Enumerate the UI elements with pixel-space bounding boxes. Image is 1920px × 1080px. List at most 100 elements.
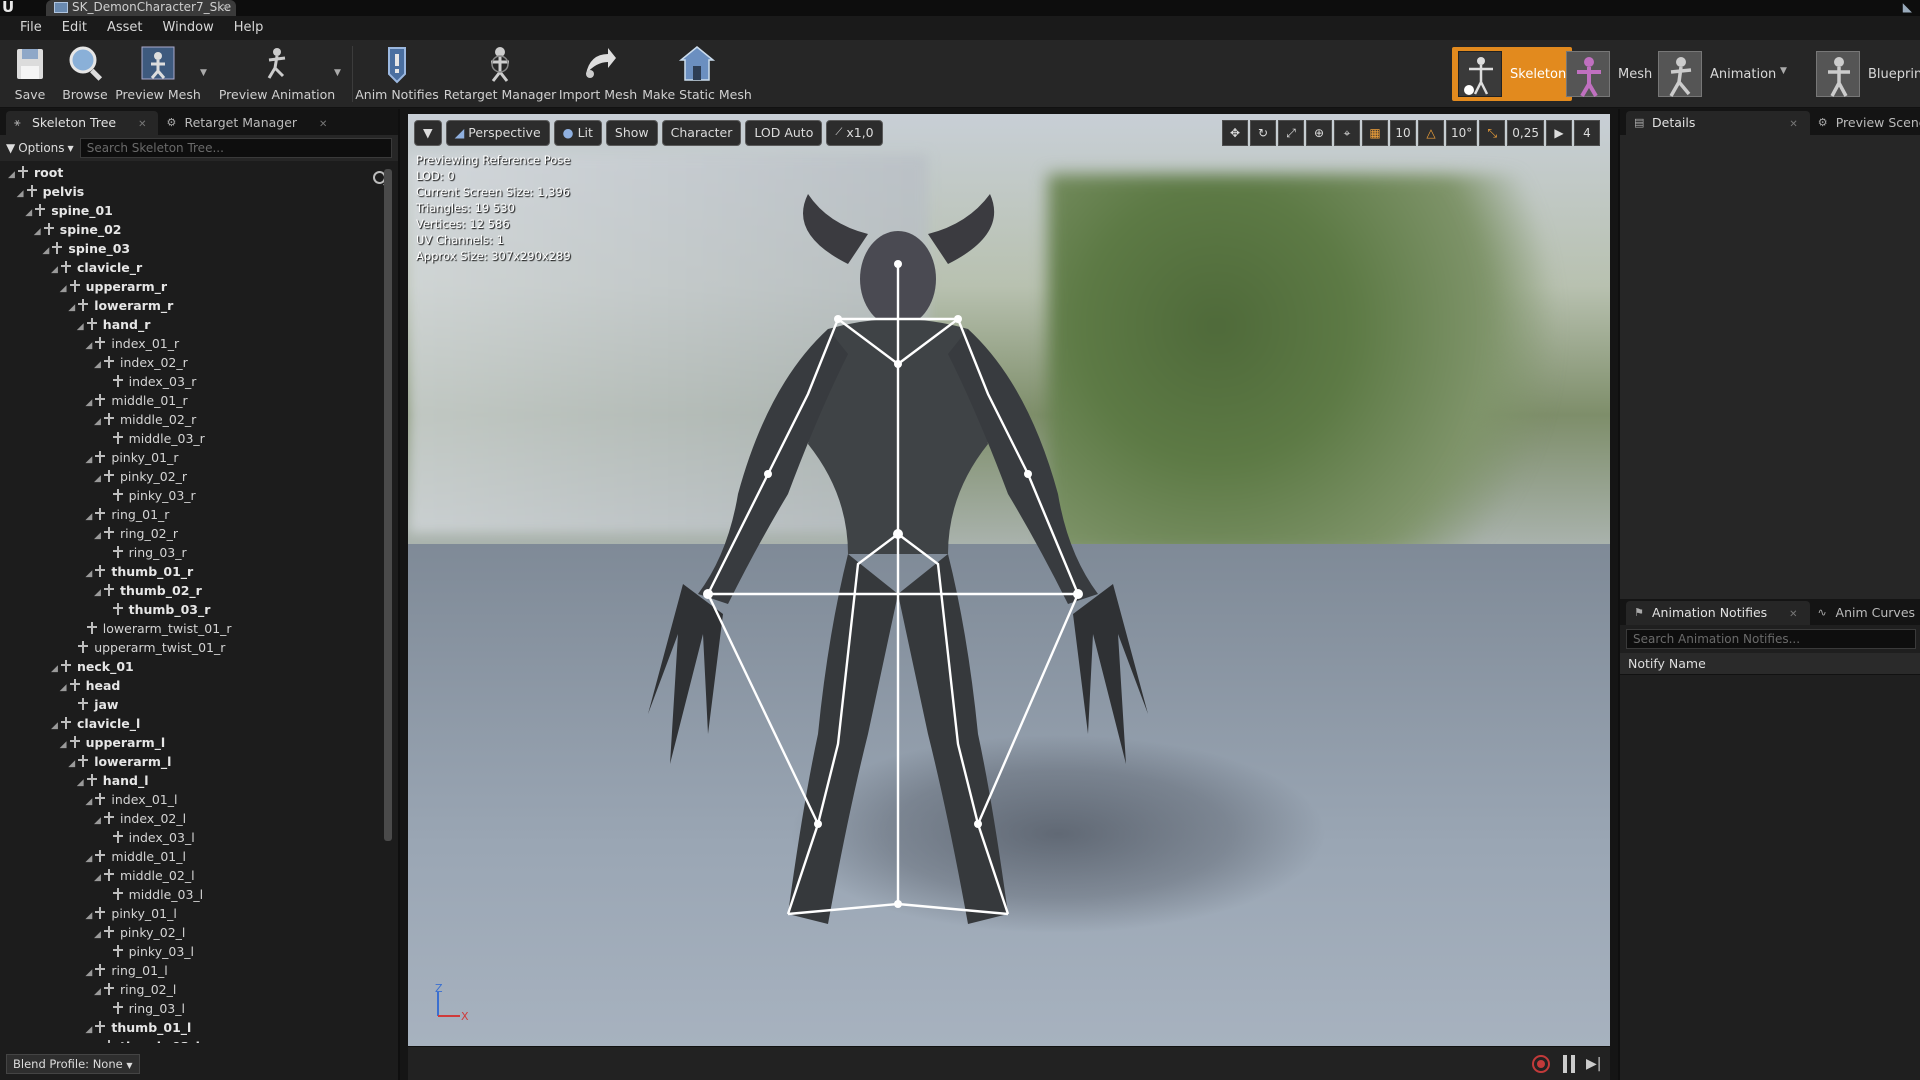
rotate-icon[interactable]: ↻ xyxy=(1250,120,1276,146)
tree-bone-pinky-01-l[interactable]: ◢ pinky_01_l xyxy=(0,904,380,923)
tree-bone-spine-02[interactable]: ◢ spine_02 xyxy=(0,220,380,239)
tree-bone-ring-01-l[interactable]: ◢ ring_01_l xyxy=(0,961,380,980)
tree-bone-index-03-r[interactable]: index_03_r xyxy=(0,372,380,391)
tree-bone-ring-03-r[interactable]: ring_03_r xyxy=(0,543,380,562)
tree-bone-lowerarm-l[interactable]: ◢ lowerarm_l xyxy=(0,752,380,771)
pause-icon[interactable] xyxy=(1562,1055,1576,1073)
tree-bone-index-02-r[interactable]: ◢ index_02_r xyxy=(0,353,380,372)
camera-speed-icon[interactable]: ▶ xyxy=(1546,120,1572,146)
tree-bone-middle-01-r[interactable]: ◢ middle_01_r xyxy=(0,391,380,410)
rotation-snap-value[interactable]: 10° xyxy=(1446,120,1478,146)
tree-bone-pinky-02-r[interactable]: ◢ pinky_02_r xyxy=(0,467,380,486)
anim-notifies-button[interactable]: Anim Notifies xyxy=(355,44,439,106)
tree-bone-index-01-r[interactable]: ◢ index_01_r xyxy=(0,334,380,353)
tree-bone-upperarm-r[interactable]: ◢ upperarm_r xyxy=(0,277,380,296)
step-forward-icon[interactable]: ▶| xyxy=(1586,1055,1602,1073)
blend-profile-dropdown[interactable]: Blend Profile: None ▼ xyxy=(6,1054,140,1074)
tree-bone-spine-03[interactable]: ◢ spine_03 xyxy=(0,239,380,258)
unreal-logo-icon[interactable]: U xyxy=(2,0,24,16)
tree-bone-clavicle-r[interactable]: ◢ clavicle_r xyxy=(0,258,380,277)
menu-file[interactable]: File xyxy=(10,16,52,40)
tree-bone-pinky-02-l[interactable]: ◢ pinky_02_l xyxy=(0,923,380,942)
tree-bone-middle-03-r[interactable]: middle_03_r xyxy=(0,429,380,448)
window-menu-icon[interactable]: ◣ xyxy=(1903,0,1912,14)
tree-bone-thumb-02-r[interactable]: ◢ thumb_02_r xyxy=(0,581,380,600)
camera-speed-value[interactable]: 4 xyxy=(1574,120,1600,146)
tree-bone-thumb-03-r[interactable]: thumb_03_r xyxy=(0,600,380,619)
scale-snap-value[interactable]: 0,25 xyxy=(1507,120,1544,146)
tree-bone-thumb-02-l[interactable]: thumb_02_l xyxy=(0,1037,380,1043)
tree-bone-jaw[interactable]: jaw xyxy=(0,695,380,714)
tree-bone-pelvis[interactable]: ◢ pelvis xyxy=(0,182,380,201)
tree-bone-pinky-03-l[interactable]: pinky_03_l xyxy=(0,942,380,961)
menu-edit[interactable]: Edit xyxy=(52,16,97,40)
grid-snap-value[interactable]: 10 xyxy=(1390,120,1416,146)
tree-bone-thumb-01-l[interactable]: ◢ thumb_01_l xyxy=(0,1018,380,1037)
animation-mode-dropdown-icon[interactable]: ▼ xyxy=(1780,66,1787,76)
close-tab-icon[interactable]: ✕ xyxy=(319,119,327,130)
save-button[interactable]: Save xyxy=(8,44,52,106)
tree-bone-thumb-01-r[interactable]: ◢ thumb_01_r xyxy=(0,562,380,581)
tree-scrollbar[interactable] xyxy=(384,169,392,841)
demon-character-mesh[interactable] xyxy=(408,114,1610,1046)
scale-snap-icon[interactable]: ⤡ xyxy=(1479,120,1506,146)
tree-bone-ring-03-l[interactable]: ring_03_l xyxy=(0,999,380,1018)
character-button[interactable]: Character xyxy=(661,120,742,146)
translate-icon[interactable]: ✥ xyxy=(1222,120,1248,146)
document-tab[interactable]: SK_DemonCharacter7_Ske × xyxy=(46,0,236,16)
tree-bone-ring-01-r[interactable]: ◢ ring_01_r xyxy=(0,505,380,524)
skeleton-search-input[interactable] xyxy=(79,138,392,158)
import-mesh-button[interactable]: Import Mesh xyxy=(559,44,637,106)
preview-viewport[interactable]: ▼ ◢ Perspective ● Lit Show Character LOD… xyxy=(408,114,1610,1046)
tab-preview-scene-settings[interactable]: ⚙ Preview Scene Sett xyxy=(1810,111,1920,135)
viewport-options-button[interactable]: ▼ xyxy=(414,120,442,146)
perspective-button[interactable]: ◢ Perspective xyxy=(445,120,550,146)
tree-bone-pinky-03-r[interactable]: pinky_03_r xyxy=(0,486,380,505)
notify-search-input[interactable] xyxy=(1626,629,1916,649)
preview-animation-button[interactable]: Preview Animation xyxy=(219,44,335,106)
tree-bone-middle-02-r[interactable]: ◢ middle_02_r xyxy=(0,410,380,429)
tree-bone-ring-02-l[interactable]: ◢ ring_02_l xyxy=(0,980,380,999)
lit-button[interactable]: ● Lit xyxy=(553,120,602,146)
tree-bone-clavicle-l[interactable]: ◢ clavicle_l xyxy=(0,714,380,733)
tab-anim-curves[interactable]: ∿ Anim Curves xyxy=(1810,601,1920,625)
preview-mesh-dropdown-icon[interactable]: ▼ xyxy=(200,68,207,78)
close-tab-icon[interactable]: ✕ xyxy=(138,119,146,130)
tree-bone-upperarm-l[interactable]: ◢ upperarm_l xyxy=(0,733,380,752)
playback-speed-button[interactable]: ⟋ x1,0 xyxy=(826,120,883,146)
lod-button[interactable]: LOD Auto xyxy=(745,120,823,146)
tree-bone-spine-01[interactable]: ◢ spine_01 xyxy=(0,201,380,220)
menu-asset[interactable]: Asset xyxy=(97,16,153,40)
mode-animation-button[interactable]: Animation xyxy=(1658,47,1776,101)
surface-snap-icon[interactable]: ⌖ xyxy=(1334,120,1360,146)
show-button[interactable]: Show xyxy=(605,120,658,146)
grid-snap-icon[interactable]: ▦ xyxy=(1362,120,1388,146)
retarget-manager-button[interactable]: Retarget Manager xyxy=(444,44,556,106)
tree-bone-index-01-l[interactable]: ◢ index_01_l xyxy=(0,790,380,809)
browse-button[interactable]: Browse xyxy=(62,44,108,106)
close-tab-icon[interactable]: ✕ xyxy=(1789,119,1797,130)
tree-bone-pinky-01-r[interactable]: ◢ pinky_01_r xyxy=(0,448,380,467)
make-static-mesh-button[interactable]: Make Static Mesh xyxy=(642,44,752,106)
tree-bone-lowerarm-twist-01-r[interactable]: lowerarm_twist_01_r xyxy=(0,619,380,638)
tree-bone-middle-03-l[interactable]: middle_03_l xyxy=(0,885,380,904)
tree-bone-index-03-l[interactable]: index_03_l xyxy=(0,828,380,847)
tree-bone-hand-l[interactable]: ◢ hand_l xyxy=(0,771,380,790)
menu-window[interactable]: Window xyxy=(153,16,224,40)
preview-animation-dropdown-icon[interactable]: ▼ xyxy=(334,68,341,78)
mode-skeleton-button[interactable]: Skeleton xyxy=(1452,47,1573,101)
mode-mesh-button[interactable]: Mesh xyxy=(1566,47,1652,101)
scale-icon[interactable]: ⤢ xyxy=(1278,120,1304,146)
preview-mesh-button[interactable]: Preview Mesh xyxy=(115,44,201,106)
tree-bone-neck-01[interactable]: ◢ neck_01 xyxy=(0,657,380,676)
tree-bone-head[interactable]: ◢ head xyxy=(0,676,380,695)
tab-details[interactable]: ▤ Details ✕ xyxy=(1626,111,1810,135)
tab-skeleton-tree[interactable]: ⚹ Skeleton Tree ✕ xyxy=(6,111,159,135)
tree-bone-lowerarm-r[interactable]: ◢ lowerarm_r xyxy=(0,296,380,315)
rotation-snap-icon[interactable]: △ xyxy=(1418,120,1444,146)
tree-bone-middle-01-l[interactable]: ◢ middle_01_l xyxy=(0,847,380,866)
tree-bone-ring-02-r[interactable]: ◢ ring_02_r xyxy=(0,524,380,543)
mode-blueprint-button[interactable]: Blueprint xyxy=(1816,47,1920,101)
tab-animation-notifies[interactable]: ⚑ Animation Notifies ✕ xyxy=(1626,601,1810,625)
tree-bone-index-02-l[interactable]: ◢ index_02_l xyxy=(0,809,380,828)
